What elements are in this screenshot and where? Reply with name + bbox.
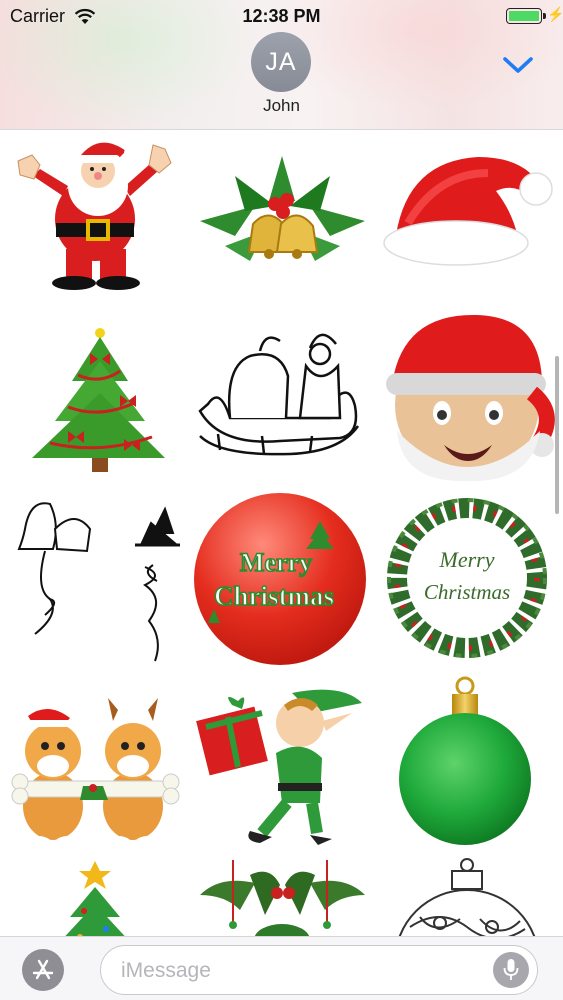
conversation-header: Carrier 12:38 PM ⚡ JA John [0, 0, 563, 130]
sticker-merry-christmas-ball[interactable]: Merry Christmas [192, 491, 367, 666]
sticker-santa-sleigh-outline[interactable] [190, 326, 365, 501]
sticker-holly-ornament[interactable] [195, 855, 370, 936]
wreath-text-line2: Christmas [424, 580, 510, 604]
status-bar: Carrier 12:38 PM ⚡ [0, 0, 563, 32]
message-input-bar: iMessage [0, 936, 563, 1000]
message-placeholder: iMessage [121, 959, 211, 982]
app-store-icon [32, 959, 54, 980]
contact-avatar[interactable]: JA [251, 32, 311, 92]
sticker-holly-bells[interactable] [195, 146, 370, 321]
battery-icon [506, 8, 542, 24]
message-input[interactable]: iMessage [100, 945, 538, 995]
sticker-bells-outline[interactable] [5, 489, 180, 664]
microphone-icon [503, 959, 519, 980]
sticker-ornament-outline[interactable] [380, 857, 555, 936]
microphone-button[interactable] [493, 952, 529, 988]
app-store-button[interactable] [22, 949, 64, 991]
scroll-indicator[interactable] [555, 356, 559, 514]
contact-name[interactable]: John [0, 96, 563, 116]
sticker-green-ornament[interactable] [378, 676, 553, 851]
clock-time: 12:38 PM [242, 6, 321, 26]
sticker-christmas-tree[interactable] [20, 323, 195, 498]
wreath-text-line1: Merry [439, 547, 495, 572]
sticker-puppies-with-bone[interactable] [8, 696, 183, 871]
ball-text-line2: Christmas [214, 581, 334, 611]
sticker-small-tree[interactable] [20, 859, 195, 936]
charging-bolt-icon: ⚡ [547, 6, 563, 22]
sticker-santa-hat[interactable] [378, 143, 553, 318]
battery-tip [543, 13, 546, 19]
sticker-santa-waving[interactable] [8, 131, 183, 306]
sticker-merry-christmas-wreath[interactable]: Merry Christmas [380, 491, 555, 666]
sticker-grid[interactable]: Merry Christmas Merry Christmas [0, 131, 563, 936]
sticker-santa-emoji-face[interactable] [382, 313, 557, 488]
chevron-down-icon[interactable] [500, 50, 536, 78]
sticker-elf-with-gift[interactable] [192, 683, 367, 858]
ball-text-line1: Merry [240, 548, 312, 577]
